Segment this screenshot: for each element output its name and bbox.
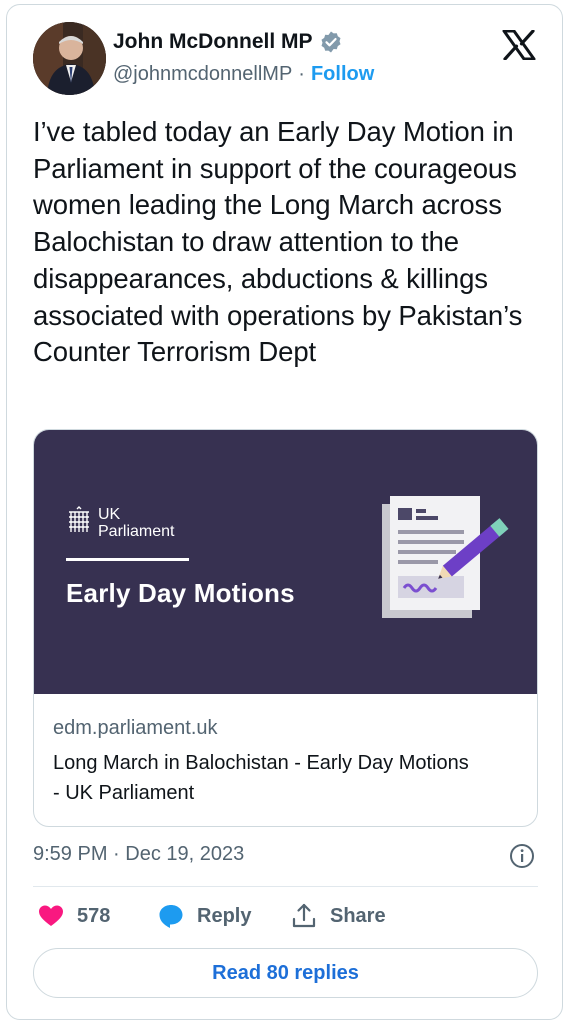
reply-button[interactable]: Reply	[157, 902, 290, 930]
link-title: Long March in Balochistan - Early Day Mo…	[53, 752, 469, 804]
share-icon	[292, 903, 316, 928]
divider	[33, 886, 538, 887]
share-button[interactable]: Share	[290, 902, 386, 930]
link-preview-card[interactable]: UK Parliament Early Day Motions edm.parl…	[33, 429, 538, 827]
follow-button[interactable]: Follow	[311, 63, 374, 86]
tweet-timestamp[interactable]: 9:59 PM · Dec 19, 2023	[33, 843, 244, 866]
link-domain: edm.parliament.uk	[53, 717, 218, 739]
uk-label: UK	[98, 506, 121, 523]
verified-badge-icon	[321, 31, 340, 53]
tweet-text: I’ve tabled today an Early Day Motion in…	[33, 116, 523, 368]
reply-bubble-icon	[159, 905, 183, 928]
heart-icon	[39, 905, 63, 926]
parliament-label: Parliament	[98, 523, 175, 540]
banner-title: Early Day Motions	[66, 578, 295, 608]
share-label: Share	[330, 904, 386, 927]
author-handle[interactable]: @johnmcdonnellMP	[113, 63, 292, 86]
portcullis-icon	[69, 506, 89, 532]
x-logo-icon[interactable]	[502, 30, 536, 60]
info-icon[interactable]	[509, 843, 535, 869]
reply-label: Reply	[197, 904, 252, 927]
read-replies-button[interactable]: Read 80 replies	[33, 948, 538, 998]
like-button[interactable]: 578	[37, 902, 157, 930]
like-count: 578	[77, 904, 111, 927]
author-name[interactable]: John McDonnell MP	[113, 30, 313, 54]
banner-divider	[66, 558, 189, 561]
uk-parliament-logo: UK Parliament	[66, 506, 174, 540]
action-bar: 578 Reply Share	[37, 902, 386, 930]
link-preview-banner: UK Parliament Early Day Motions	[34, 430, 537, 694]
document-pen-illustration	[382, 496, 509, 618]
handle-row: @johnmcdonnellMP · Follow	[113, 63, 374, 86]
handle-separator: ·	[298, 63, 305, 85]
author-name-row: John McDonnell MP	[113, 30, 343, 54]
avatar[interactable]	[33, 22, 106, 95]
